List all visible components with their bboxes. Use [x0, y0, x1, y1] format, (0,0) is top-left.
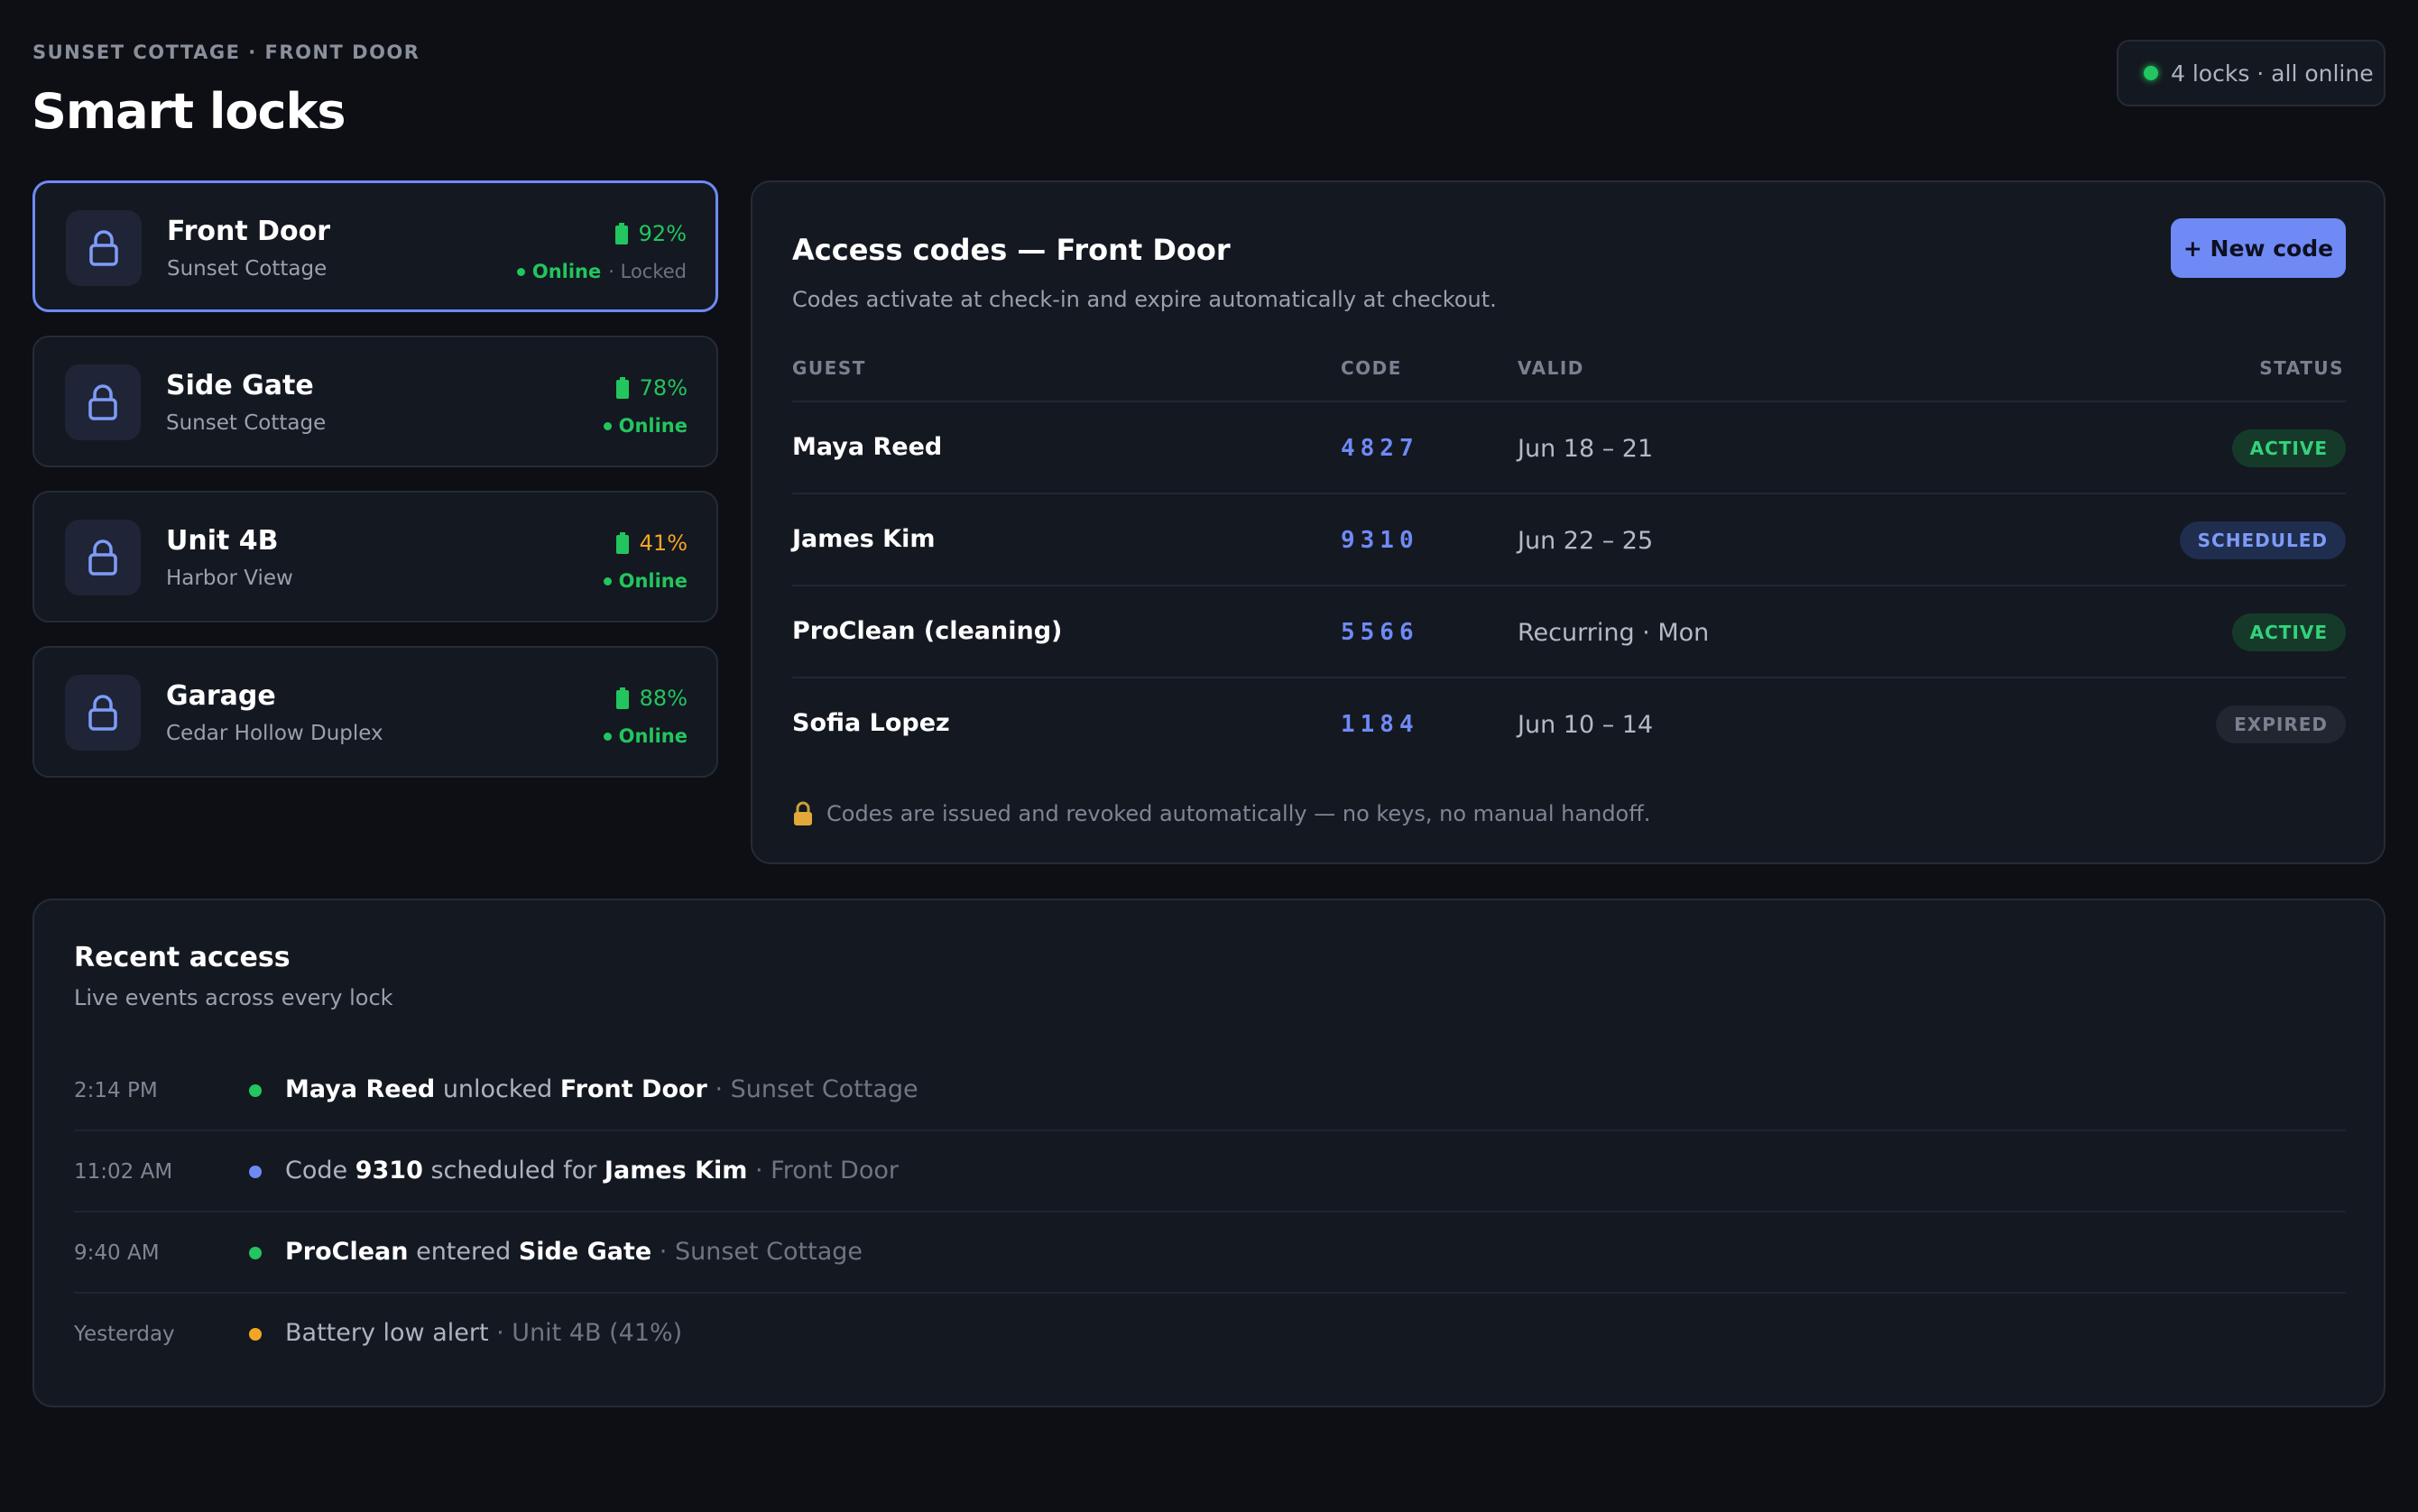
codes-title: Access codes — Front Door: [792, 233, 1231, 267]
lock-icon: [65, 364, 141, 440]
lock-location: Harbor View: [166, 567, 293, 590]
event-time: Yesterday: [74, 1323, 175, 1346]
locks-status-text: 4 locks · all online: [2171, 60, 2374, 87]
recent-title: Recent access: [74, 942, 291, 973]
access-codes-panel: Access codes — Front Door Codes activate…: [751, 180, 2386, 864]
status-badge: ACTIVE: [2231, 613, 2346, 651]
event-text: Code 9310 scheduled for James Kim · Fron…: [285, 1157, 899, 1185]
page-title: Smart locks: [32, 83, 346, 140]
online-dot: [603, 421, 612, 430]
online-label: Online: [618, 415, 688, 437]
online-dot: [603, 576, 612, 585]
event-time: 11:02 AM: [74, 1160, 173, 1184]
online-label: Online: [618, 725, 688, 747]
lock-card-side-gate[interactable]: Side Gate Sunset Cottage 78% Online: [32, 336, 718, 467]
column-header-valid: VALID: [1518, 357, 1584, 379]
event-row: 9:40 AM ProClean entered Side Gate · Sun…: [74, 1212, 2346, 1294]
event-dot: [249, 1166, 262, 1178]
lock-name: Garage: [166, 680, 276, 712]
event-text: Battery low alert · Unit 4B (41%): [285, 1319, 683, 1347]
locks-status-pill: 4 locks · all online: [2117, 40, 2386, 106]
lock-status: Online: [603, 415, 688, 437]
valid-range: Jun 18 – 21: [1518, 435, 1654, 463]
event-dot: [249, 1084, 262, 1097]
lock-location: Cedar Hollow Duplex: [166, 722, 383, 745]
event-dot: [249, 1328, 262, 1341]
lock-name: Unit 4B: [166, 525, 279, 557]
guest-name: Sofia Lopez: [792, 709, 950, 737]
event-text: ProClean entered Side Gate · Sunset Cott…: [285, 1238, 863, 1266]
column-header-status: STATUS: [2259, 357, 2344, 379]
access-code: 4827: [1341, 435, 1419, 462]
table-row[interactable]: ProClean (cleaning) 5566 Recurring · Mon…: [792, 585, 2346, 677]
lock-status: Online: [603, 570, 688, 592]
lock-status: Online · Locked: [516, 261, 687, 282]
battery-level: 41%: [615, 530, 688, 556]
event-row: 11:02 AM Code 9310 scheduled for James K…: [74, 1131, 2346, 1212]
event-time: 9:40 AM: [74, 1241, 160, 1265]
recent-subtitle: Live events across every lock: [74, 985, 393, 1010]
valid-range: Jun 10 – 14: [1518, 711, 1654, 739]
lock-card-unit-4b[interactable]: Unit 4B Harbor View 41% Online: [32, 491, 718, 622]
event-dot: [249, 1247, 262, 1259]
codes-footer-text: Codes are issued and revoked automatical…: [826, 801, 1651, 826]
battery-percent: 92%: [638, 221, 687, 246]
recent-access-panel: Recent access Live events across every l…: [32, 899, 2386, 1407]
battery-level: 78%: [615, 375, 688, 401]
access-code: 5566: [1341, 619, 1419, 646]
battery-icon: [615, 687, 629, 709]
battery-percent: 78%: [639, 375, 688, 401]
battery-level: 88%: [615, 686, 688, 711]
online-dot: [516, 267, 525, 276]
access-code: 1184: [1341, 711, 1419, 738]
valid-range: Jun 22 – 25: [1518, 527, 1654, 555]
battery-icon: [615, 377, 629, 399]
status-badge: EXPIRED: [2216, 705, 2346, 743]
guest-name: Maya Reed: [792, 433, 943, 461]
lock-location: Sunset Cottage: [167, 257, 328, 281]
column-header-guest: GUEST: [792, 357, 866, 379]
status-badge: SCHEDULED: [2179, 521, 2346, 559]
lock-location: Sunset Cottage: [166, 411, 327, 435]
lock-icon: [65, 520, 141, 595]
lock-icon: [66, 210, 142, 286]
lock-name: Side Gate: [166, 370, 314, 401]
online-status-dot: [2144, 66, 2158, 80]
status-badge: ACTIVE: [2231, 429, 2346, 467]
online-label: Online: [531, 261, 602, 282]
column-header-code: CODE: [1341, 357, 1402, 379]
valid-range: Recurring · Mon: [1518, 619, 1710, 647]
guest-name: ProClean (cleaning): [792, 617, 1063, 645]
online-label: Online: [618, 570, 688, 592]
guest-name: James Kim: [792, 525, 936, 553]
battery-icon: [615, 532, 629, 554]
lock-card-front-door[interactable]: Front Door Sunset Cottage 92% Online · L…: [32, 180, 718, 312]
table-row[interactable]: Sofia Lopez 1184 Jun 10 – 14 EXPIRED: [792, 677, 2346, 769]
padlock-icon: [794, 801, 812, 825]
table-row[interactable]: Maya Reed 4827 Jun 18 – 21 ACTIVE: [792, 401, 2346, 493]
codes-subtitle: Codes activate at check-in and expire au…: [792, 287, 1497, 312]
codes-footer: Codes are issued and revoked automatical…: [792, 801, 1650, 826]
table-row[interactable]: James Kim 9310 Jun 22 – 25 SCHEDULED: [792, 493, 2346, 585]
battery-icon: [614, 223, 628, 244]
event-time: 2:14 PM: [74, 1079, 158, 1102]
online-dot: [603, 732, 612, 741]
event-row: Yesterday Battery low alert · Unit 4B (4…: [74, 1294, 2346, 1375]
battery-percent: 41%: [639, 530, 688, 556]
lock-state: · Locked: [608, 261, 687, 282]
lock-card-garage[interactable]: Garage Cedar Hollow Duplex 88% Online: [32, 646, 718, 778]
event-row: 2:14 PM Maya Reed unlocked Front Door · …: [74, 1050, 2346, 1131]
battery-level: 92%: [614, 221, 687, 246]
breadcrumb: SUNSET COTTAGE · FRONT DOOR: [32, 41, 420, 63]
lock-icon: [65, 675, 141, 751]
access-code: 9310: [1341, 527, 1419, 554]
lock-name: Front Door: [167, 216, 331, 247]
event-text: Maya Reed unlocked Front Door · Sunset C…: [285, 1075, 918, 1103]
lock-status: Online: [603, 725, 688, 747]
battery-percent: 88%: [639, 686, 688, 711]
new-code-button[interactable]: + New code: [2171, 218, 2346, 278]
